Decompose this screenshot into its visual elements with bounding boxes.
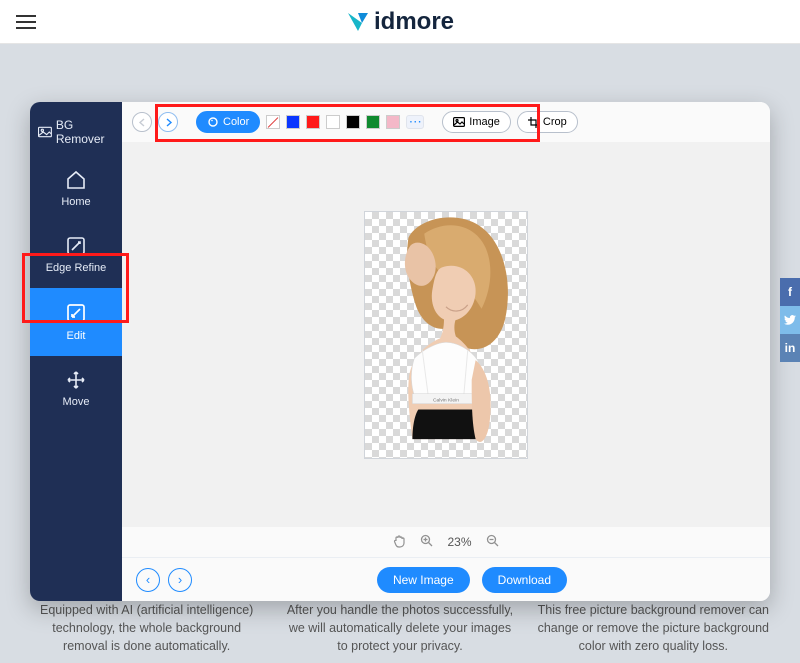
top-bar: idmore bbox=[0, 0, 800, 44]
sidebar-title: BG Remover bbox=[30, 108, 122, 156]
twitter-share-button[interactable] bbox=[780, 306, 800, 334]
sidebar-item-move[interactable]: Move bbox=[30, 356, 122, 422]
sidebar: BG Remover Home Edge Refine Edit bbox=[30, 102, 122, 601]
facebook-share-button[interactable]: f bbox=[780, 278, 800, 306]
image-icon bbox=[453, 117, 465, 127]
swatch-blue[interactable] bbox=[286, 115, 300, 129]
sidebar-item-label: Edit bbox=[67, 330, 86, 342]
sidebar-item-label: Move bbox=[63, 396, 90, 408]
canvas-panel: Color ⋯ Image Crop bbox=[122, 102, 770, 601]
redo-button[interactable] bbox=[158, 112, 178, 132]
color-picker-button[interactable]: ⋯ bbox=[406, 115, 424, 129]
palette-icon bbox=[207, 116, 219, 128]
zoom-value: 23% bbox=[447, 535, 471, 549]
bg-remover-icon bbox=[38, 126, 52, 138]
prev-image-button[interactable]: ‹ bbox=[136, 568, 160, 592]
zoom-in-icon[interactable] bbox=[420, 534, 433, 550]
feature-columns: Equipped with AI (artificial intelligenc… bbox=[0, 601, 800, 655]
color-tab[interactable]: Color bbox=[196, 111, 260, 133]
social-rail: f in bbox=[780, 278, 800, 362]
brand-logo[interactable]: idmore bbox=[346, 8, 454, 36]
move-icon bbox=[66, 370, 86, 390]
hand-tool-icon[interactable] bbox=[393, 534, 406, 551]
swatch-black[interactable] bbox=[346, 115, 360, 129]
swatch-red[interactable] bbox=[306, 115, 320, 129]
crop-tab-label: Crop bbox=[543, 116, 567, 128]
crop-tab[interactable]: Crop bbox=[517, 111, 578, 133]
next-image-button[interactable]: › bbox=[168, 568, 192, 592]
subject-silhouette: Calvin Klein bbox=[365, 212, 527, 457]
edit-toolbar: Color ⋯ Image Crop bbox=[122, 102, 770, 142]
feature-col-3: This free picture background remover can… bbox=[536, 601, 772, 655]
swatch-pink[interactable] bbox=[386, 115, 400, 129]
image-tab-label: Image bbox=[469, 116, 500, 128]
feature-col-2: After you handle the photos successfully… bbox=[282, 601, 518, 655]
image-frame: Calvin Klein bbox=[364, 211, 528, 459]
menu-icon[interactable] bbox=[16, 15, 36, 29]
swatch-white[interactable] bbox=[326, 115, 340, 129]
feature-col-1: Equipped with AI (artificial intelligenc… bbox=[29, 601, 265, 655]
edge-refine-icon bbox=[66, 236, 86, 256]
undo-button[interactable] bbox=[132, 112, 152, 132]
sidebar-item-label: Edge Refine bbox=[46, 262, 107, 274]
download-button[interactable]: Download bbox=[482, 567, 567, 593]
sidebar-item-label: Home bbox=[61, 196, 90, 208]
image-viewport[interactable]: Calvin Klein bbox=[122, 142, 770, 527]
zoom-out-icon[interactable] bbox=[486, 534, 499, 550]
bottom-bar: ‹ › New Image Download bbox=[122, 557, 770, 601]
sidebar-item-home[interactable]: Home bbox=[30, 156, 122, 222]
logo-icon bbox=[346, 10, 372, 34]
color-tab-label: Color bbox=[223, 116, 249, 128]
edit-icon bbox=[65, 302, 87, 324]
svg-text:Calvin Klein: Calvin Klein bbox=[433, 397, 459, 403]
bg-remover-app: BG Remover Home Edge Refine Edit bbox=[30, 102, 770, 601]
sidebar-item-edge-refine[interactable]: Edge Refine bbox=[30, 222, 122, 288]
crop-icon bbox=[528, 117, 539, 128]
swatch-green[interactable] bbox=[366, 115, 380, 129]
image-tab[interactable]: Image bbox=[442, 111, 511, 133]
swatch-transparent[interactable] bbox=[266, 115, 280, 129]
brand-text: idmore bbox=[374, 8, 454, 36]
new-image-button[interactable]: New Image bbox=[377, 567, 470, 593]
sidebar-item-edit[interactable]: Edit bbox=[30, 288, 122, 356]
zoom-bar: 23% bbox=[122, 527, 770, 557]
linkedin-share-button[interactable]: in bbox=[780, 334, 800, 362]
home-icon bbox=[65, 170, 87, 190]
